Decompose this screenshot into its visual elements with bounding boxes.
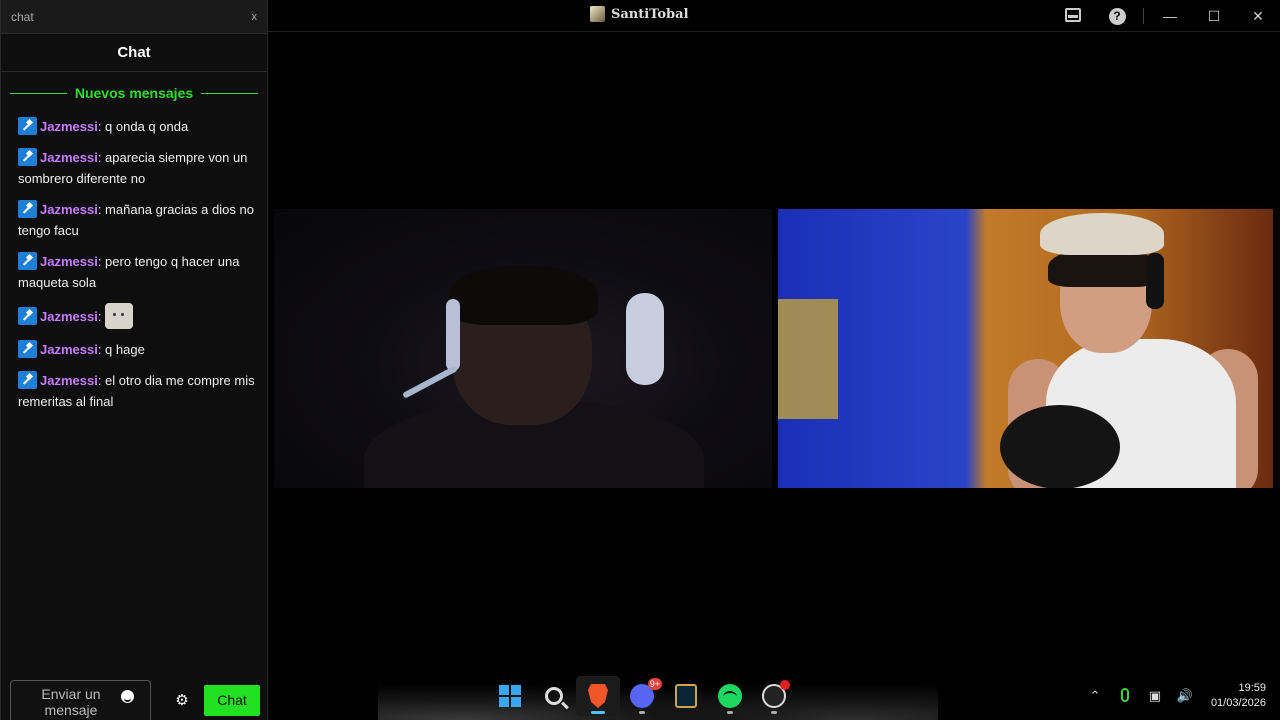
new-messages-divider: Nuevos mensajes xyxy=(1,84,267,102)
discord-badge: 9+ xyxy=(647,678,662,690)
volume-icon[interactable]: 🔊 xyxy=(1170,688,1200,704)
message-text: : q onda q onda xyxy=(97,119,189,134)
close-button[interactable]: ✕ xyxy=(1236,8,1280,25)
divider-line-right xyxy=(201,92,259,94)
chat-window-title: chat xyxy=(11,9,34,24)
video-feed-left xyxy=(274,209,772,488)
cat-emote-icon xyxy=(105,303,134,329)
username[interactable]: Jazmessi xyxy=(40,342,98,357)
username[interactable]: Jazmessi xyxy=(40,373,98,388)
taskbar-search-button[interactable] xyxy=(532,676,576,716)
send-chat-button[interactable]: Chat xyxy=(204,684,260,716)
discord-icon: 9+ xyxy=(630,678,662,708)
chat-message: Jazmessi: aparecia siempre von un sombre… xyxy=(18,147,257,189)
chat-message: Jazmessi: q hage xyxy=(18,339,257,360)
chat-window-titlebar: chat x xyxy=(1,0,267,34)
taskbar: 9+ ⌃ ▣ 🔊 19:59 01/03/2026 xyxy=(268,672,1280,720)
inbox-icon[interactable] xyxy=(1051,7,1095,25)
obs-recording-icon xyxy=(762,680,790,708)
app-icon xyxy=(590,6,605,22)
moderator-badge-icon xyxy=(18,200,37,218)
windows-start-icon xyxy=(499,685,521,707)
help-icon[interactable]: ? xyxy=(1095,7,1139,25)
window-titlebar: SantiTobal ? — ☐ ✕ xyxy=(268,0,1280,32)
new-messages-label: Nuevos mensajes xyxy=(74,85,194,101)
search-icon xyxy=(545,687,563,705)
video-feed-right xyxy=(778,209,1273,488)
person-hat xyxy=(1040,213,1164,255)
chat-close-button[interactable]: x xyxy=(252,11,258,23)
taskbar-apps: 9+ xyxy=(488,672,796,720)
moderator-badge-icon xyxy=(18,148,37,166)
window-title: SantiTobal xyxy=(590,6,689,22)
chat-message: Jazmessi: mañana gracias a dios no tengo… xyxy=(18,199,257,241)
microphone-in-use-icon[interactable] xyxy=(1110,687,1140,705)
username[interactable]: Jazmessi xyxy=(40,150,98,165)
moderator-badge-icon xyxy=(18,371,37,389)
chat-message: Jazmessi: pero tengo q hacer una maqueta… xyxy=(18,251,257,293)
username[interactable]: Jazmessi xyxy=(40,119,98,134)
taskbar-brave-button[interactable] xyxy=(576,676,620,716)
divider-line-left xyxy=(10,92,67,94)
chat-header: Chat xyxy=(1,34,267,72)
chat-message-input[interactable]: Enviar un mensaje xyxy=(10,680,151,720)
chat-settings-gear-icon[interactable]: ⚙ xyxy=(173,691,191,709)
taskbar-discord-button[interactable]: 9+ xyxy=(620,676,664,716)
system-tray: ⌃ ▣ 🔊 19:59 01/03/2026 xyxy=(1080,672,1280,720)
headphones xyxy=(1146,253,1164,309)
league-of-legends-icon xyxy=(675,684,697,708)
studio-microphone xyxy=(1000,405,1120,488)
username[interactable]: Jazmessi xyxy=(40,254,98,269)
tray-overflow-chevron-up-icon[interactable]: ⌃ xyxy=(1080,688,1110,704)
chat-message: Jazmessi: el otro dia me compre mis reme… xyxy=(18,370,257,412)
background-flag xyxy=(778,299,838,419)
chat-message: Jazmessi: xyxy=(18,303,257,329)
username[interactable]: Jazmessi xyxy=(40,202,98,217)
message-list: Jazmessi: q onda q onda Jazmessi: aparec… xyxy=(1,102,267,412)
spotify-icon xyxy=(718,684,742,708)
taskbar-obs-button[interactable] xyxy=(752,676,796,716)
brave-browser-icon xyxy=(588,684,608,708)
headset-mic xyxy=(402,365,458,399)
chat-message: Jazmessi: q onda q onda xyxy=(18,116,257,137)
clock-time: 19:59 xyxy=(1238,682,1266,694)
moderator-badge-icon xyxy=(18,252,37,270)
clock[interactable]: 19:59 01/03/2026 xyxy=(1200,681,1280,711)
taskbar-spotify-button[interactable] xyxy=(708,676,752,716)
message-text: : q hage xyxy=(97,342,145,357)
headphone-left xyxy=(446,299,460,371)
message-text: : xyxy=(97,309,102,324)
network-icon[interactable]: ▣ xyxy=(1140,688,1170,704)
clock-date: 01/03/2026 xyxy=(1210,697,1266,709)
moderator-badge-icon xyxy=(18,117,37,135)
stream-window: SantiTobal ? — ☐ ✕ xyxy=(268,0,1280,720)
emote-picker-icon[interactable] xyxy=(121,690,134,703)
chat-input-placeholder: Enviar un mensaje xyxy=(41,686,101,718)
chat-panel: chat x Chat Nuevos mensajes Jazmessi: q … xyxy=(0,0,268,720)
person-hair xyxy=(448,265,598,325)
taskbar-league-button[interactable] xyxy=(664,676,708,716)
window-controls: ? — ☐ ✕ xyxy=(1051,0,1280,32)
start-button[interactable] xyxy=(488,676,532,716)
window-title-text: SantiTobal xyxy=(611,6,689,22)
chat-input-row: Enviar un mensaje ⚙ Chat xyxy=(10,680,260,720)
separator xyxy=(1143,8,1144,24)
maximize-button[interactable]: ☐ xyxy=(1192,8,1236,25)
minimize-button[interactable]: — xyxy=(1148,8,1192,24)
moderator-badge-icon xyxy=(18,340,37,358)
username[interactable]: Jazmessi xyxy=(40,309,98,324)
moderator-badge-icon xyxy=(18,307,37,325)
headphone-right xyxy=(626,293,664,385)
